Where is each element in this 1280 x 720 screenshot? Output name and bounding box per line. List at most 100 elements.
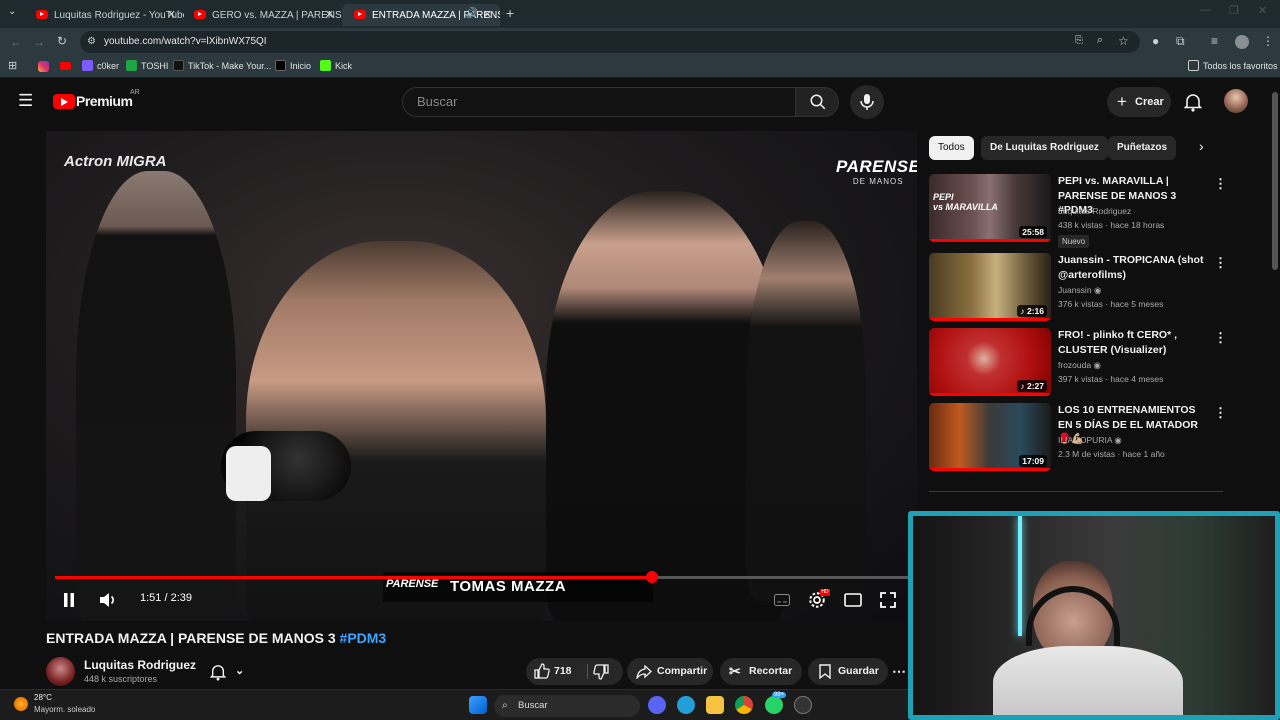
chevron-right-icon[interactable]: › bbox=[1199, 138, 1204, 154]
bookmark-tiktok[interactable]: TikTok - Make Your... bbox=[173, 60, 271, 71]
install-app-icon[interactable]: ⎘ bbox=[1075, 35, 1083, 46]
tab-audio-icon[interactable]: 🔊 bbox=[466, 8, 478, 19]
reload-icon[interactable]: ↻ bbox=[57, 34, 67, 48]
video-thumbnail[interactable]: 17:09 bbox=[929, 403, 1051, 471]
forward-icon[interactable]: → bbox=[33, 35, 45, 49]
like-count[interactable]: 718 bbox=[554, 658, 572, 685]
more-vertical-icon[interactable]: ⋮ bbox=[1214, 330, 1227, 346]
obs-icon[interactable] bbox=[794, 696, 812, 714]
video-hashtag[interactable]: #PDM3 bbox=[340, 630, 387, 646]
recommended-video[interactable]: 17:09 LOS 10 ENTRENAMIENTOS EN 5 DÍAS DE… bbox=[929, 403, 1229, 473]
notifications-bell-icon[interactable] bbox=[1184, 92, 1202, 112]
bookmark-kick[interactable]: Kick bbox=[320, 60, 352, 71]
site-info-icon[interactable]: ⚙ bbox=[87, 31, 96, 53]
like-dislike-group: 718 bbox=[526, 658, 623, 685]
bookmark-toshi[interactable]: TOSHI bbox=[126, 60, 168, 71]
zoom-icon[interactable]: ⌕ bbox=[1097, 34, 1103, 47]
taskbar-search-input[interactable]: ⌕ Buscar bbox=[494, 695, 640, 717]
progress-scrubber[interactable] bbox=[646, 571, 659, 583]
chip-punches[interactable]: Puñetazos bbox=[1108, 136, 1177, 160]
bookmark-label: Inicio bbox=[290, 60, 312, 71]
clip-button[interactable]: ✂ Recortar bbox=[720, 658, 802, 685]
chip-from-channel[interactable]: De Luquitas Rodriguez bbox=[981, 136, 1108, 160]
back-icon[interactable]: ← bbox=[10, 35, 22, 49]
more-vertical-icon[interactable]: ⋮ bbox=[1214, 405, 1227, 421]
extension-icon[interactable]: ● bbox=[1152, 34, 1159, 48]
telegram-icon[interactable] bbox=[677, 696, 695, 714]
close-window-icon[interactable]: ✕ bbox=[1258, 4, 1267, 17]
apps-grid-icon[interactable]: ⊞ bbox=[8, 59, 17, 72]
more-vertical-icon[interactable]: ⋮ bbox=[1214, 176, 1227, 192]
recommended-video[interactable]: ♪ 2:27 FRO! - plinko ft CERO* , CLUSTER … bbox=[929, 328, 1229, 398]
browser-menu-icon[interactable]: ⋮ bbox=[1262, 34, 1274, 48]
video-player[interactable]: Actron MIGRA PARENSE DE MANOS bbox=[46, 131, 917, 621]
bookmarks-bar: ⊞ c0ker TOSHI TikTok - Make Your... Inic… bbox=[0, 56, 1280, 78]
tab-entrada-mazza[interactable]: ENTRADA MAZZA | PARENS 🔊 ✕ bbox=[342, 4, 500, 26]
whatsapp-icon[interactable] bbox=[765, 696, 783, 714]
bookmark-star-icon[interactable]: ☆ bbox=[1118, 34, 1129, 48]
search-button[interactable] bbox=[795, 87, 839, 117]
bookmark-c0ker[interactable]: c0ker bbox=[82, 60, 119, 71]
url-field[interactable]: ⚙ youtube.com/watch?v=lXibnWX75QI bbox=[80, 31, 1140, 53]
all-favorites[interactable]: Todos los favoritos bbox=[1188, 60, 1278, 71]
tab-label: Luquitas Rodriguez - YouTube bbox=[54, 9, 184, 21]
theater-mode-icon[interactable] bbox=[844, 593, 862, 607]
recommended-video[interactable]: PEPI vs MARAVILLA 25:58 PEPI vs. MARAVILL… bbox=[929, 174, 1229, 248]
video-progress-bar[interactable] bbox=[55, 571, 908, 583]
recommended-video[interactable]: ♪ 2:16 Juanssin - TROPICANA (shot @arter… bbox=[929, 253, 1229, 323]
page-scrollbar[interactable] bbox=[1272, 92, 1278, 270]
chrome-icon[interactable] bbox=[735, 696, 753, 714]
channel-name[interactable]: Luquitas Rodriguez bbox=[84, 658, 196, 672]
media-controls-icon[interactable]: ≡ bbox=[1211, 34, 1218, 48]
youtube-logo[interactable]: Premium AR bbox=[53, 89, 143, 113]
close-tab-icon[interactable]: ✕ bbox=[483, 8, 492, 21]
tab-luquitas-channel[interactable]: Luquitas Rodriguez - YouTube ✕ bbox=[24, 4, 184, 26]
voice-search-button[interactable] bbox=[850, 85, 884, 119]
bookmark-label: TikTok - Make Your... bbox=[188, 60, 272, 71]
maximize-icon[interactable]: ❐ bbox=[1229, 4, 1239, 17]
bookmark-x-inicio[interactable]: Inicio bbox=[275, 60, 311, 71]
more-vertical-icon[interactable]: ⋮ bbox=[1214, 255, 1227, 271]
new-tab-icon[interactable]: + bbox=[506, 5, 514, 21]
video-thumbnail[interactable]: ♪ 2:16 bbox=[929, 253, 1051, 321]
account-avatar[interactable] bbox=[1224, 89, 1248, 113]
video-thumbnail[interactable]: PEPI vs MARAVILLA 25:58 bbox=[929, 174, 1051, 242]
windows-start-icon[interactable] bbox=[469, 696, 487, 714]
dislike-icon[interactable] bbox=[593, 664, 609, 680]
share-button[interactable]: Compartir bbox=[627, 658, 713, 685]
channel-name[interactable]: ILIA TOPURIA ◉ bbox=[1058, 435, 1122, 446]
video-thumbnail[interactable]: ♪ 2:27 bbox=[929, 328, 1051, 396]
hamburger-menu-icon[interactable]: ☰ bbox=[18, 91, 33, 111]
premium-text: Premium bbox=[76, 93, 133, 109]
channel-name[interactable]: Juanssin ◉ bbox=[1058, 285, 1101, 296]
file-explorer-icon[interactable] bbox=[706, 696, 724, 714]
create-button[interactable]: + Crear bbox=[1107, 87, 1171, 117]
extensions-puzzle-icon[interactable]: ⧉ bbox=[1176, 34, 1185, 49]
channel-avatar[interactable] bbox=[46, 657, 75, 686]
chip-all[interactable]: Todos bbox=[929, 136, 974, 160]
fullscreen-icon[interactable] bbox=[880, 592, 896, 608]
channel-name[interactable]: frozouda ◉ bbox=[1058, 360, 1101, 371]
tab-search-icon[interactable]: ⌄ bbox=[8, 6, 16, 17]
subscription-bell-button[interactable]: ⌄ bbox=[202, 658, 258, 685]
close-tab-icon[interactable]: ✕ bbox=[167, 8, 176, 21]
search-input[interactable]: Buscar bbox=[402, 87, 796, 117]
instagram-icon[interactable] bbox=[38, 61, 49, 72]
discord-icon[interactable] bbox=[648, 696, 666, 714]
volume-icon[interactable] bbox=[99, 592, 117, 608]
video-time-display: 1:51 / 2:39 bbox=[140, 592, 192, 604]
profile-avatar-icon[interactable] bbox=[1235, 35, 1249, 49]
video-title[interactable]: FRO! - plinko ft CERO* , CLUSTER (Visual… bbox=[1058, 328, 1206, 357]
youtube-bookmark-icon[interactable] bbox=[60, 62, 71, 70]
minimize-icon[interactable]: — bbox=[1200, 4, 1211, 16]
close-tab-icon[interactable]: ✕ bbox=[325, 8, 334, 21]
video-title[interactable]: Juanssin - TROPICANA (shot @arterofilms) bbox=[1058, 253, 1206, 282]
like-icon[interactable] bbox=[534, 663, 550, 679]
save-button[interactable]: Guardar bbox=[808, 658, 888, 685]
tab-gero-vs-mazza[interactable]: GERO vs. MAZZA | PARENSE DE ✕ bbox=[182, 4, 342, 26]
channel-name[interactable]: Luquitas Rodriguez bbox=[1058, 206, 1131, 216]
subtitles-icon[interactable] bbox=[774, 594, 790, 606]
more-actions-button[interactable]: ⋯ bbox=[892, 658, 908, 685]
video-duration: ♪ 2:16 bbox=[1017, 305, 1047, 317]
pause-icon[interactable] bbox=[62, 592, 76, 608]
